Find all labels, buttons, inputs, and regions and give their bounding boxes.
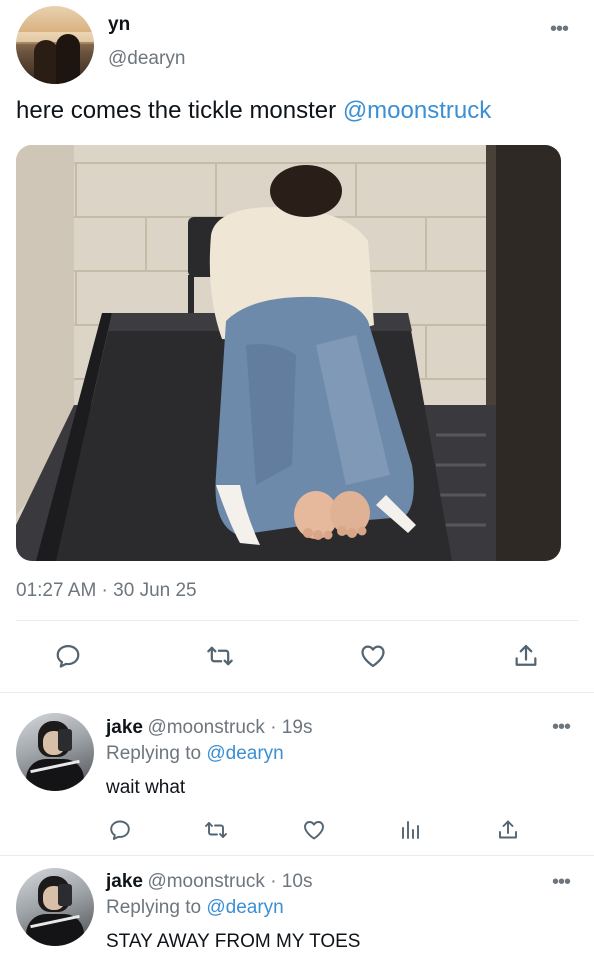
retweet-icon[interactable] [204,640,236,672]
retweet-icon[interactable] [200,814,232,846]
like-icon[interactable] [298,814,330,846]
author-handle[interactable]: @dearyn [108,48,185,70]
replying-to-label: Replying to [106,743,207,764]
like-icon[interactable] [357,640,389,672]
reply-avatar[interactable] [16,868,94,946]
author-avatar[interactable] [16,6,94,84]
reply-handle-time[interactable]: @moonstruck · 10s [147,871,312,892]
replying-to-label: Replying to [106,897,207,918]
replying-to-mention[interactable]: @dearyn [206,897,283,918]
replying-to-mention[interactable]: @dearyn [206,743,283,764]
tweet-photo[interactable] [16,145,561,561]
share-icon[interactable] [492,814,524,846]
reply-header: jake @moonstruck · 19s [106,717,312,739]
reply-author-name[interactable]: jake [106,717,143,738]
mention-link[interactable]: @moonstruck [343,97,491,124]
reply-icon[interactable] [52,640,84,672]
tweet-body: here comes the tickle monster [16,97,343,124]
reply-avatar[interactable] [16,713,94,791]
divider [0,692,594,693]
more-options-icon[interactable]: ••• [550,18,569,41]
tweet-timestamp[interactable]: 01:27 AM · 30 Jun 25 [16,580,197,602]
reply-text: STAY AWAY FROM MY TOES [106,931,361,952]
divider [0,855,594,856]
reply-icon[interactable] [104,814,136,846]
reply-handle-time[interactable]: @moonstruck · 19s [147,717,312,738]
analytics-icon[interactable] [394,814,426,846]
more-options-icon[interactable]: ••• [552,716,571,739]
share-icon[interactable] [510,640,542,672]
more-options-icon[interactable]: ••• [552,871,571,894]
divider [16,620,578,621]
author-name[interactable]: yn [108,14,130,36]
replying-to-line: Replying to @dearyn [106,897,284,919]
reply-author-name[interactable]: jake [106,871,143,892]
reply-header: jake @moonstruck · 10s [106,871,312,893]
reply-text: wait what [106,777,186,798]
tweet-text: here comes the tickle monster @moonstruc… [16,97,491,125]
replying-to-line: Replying to @dearyn [106,743,284,765]
